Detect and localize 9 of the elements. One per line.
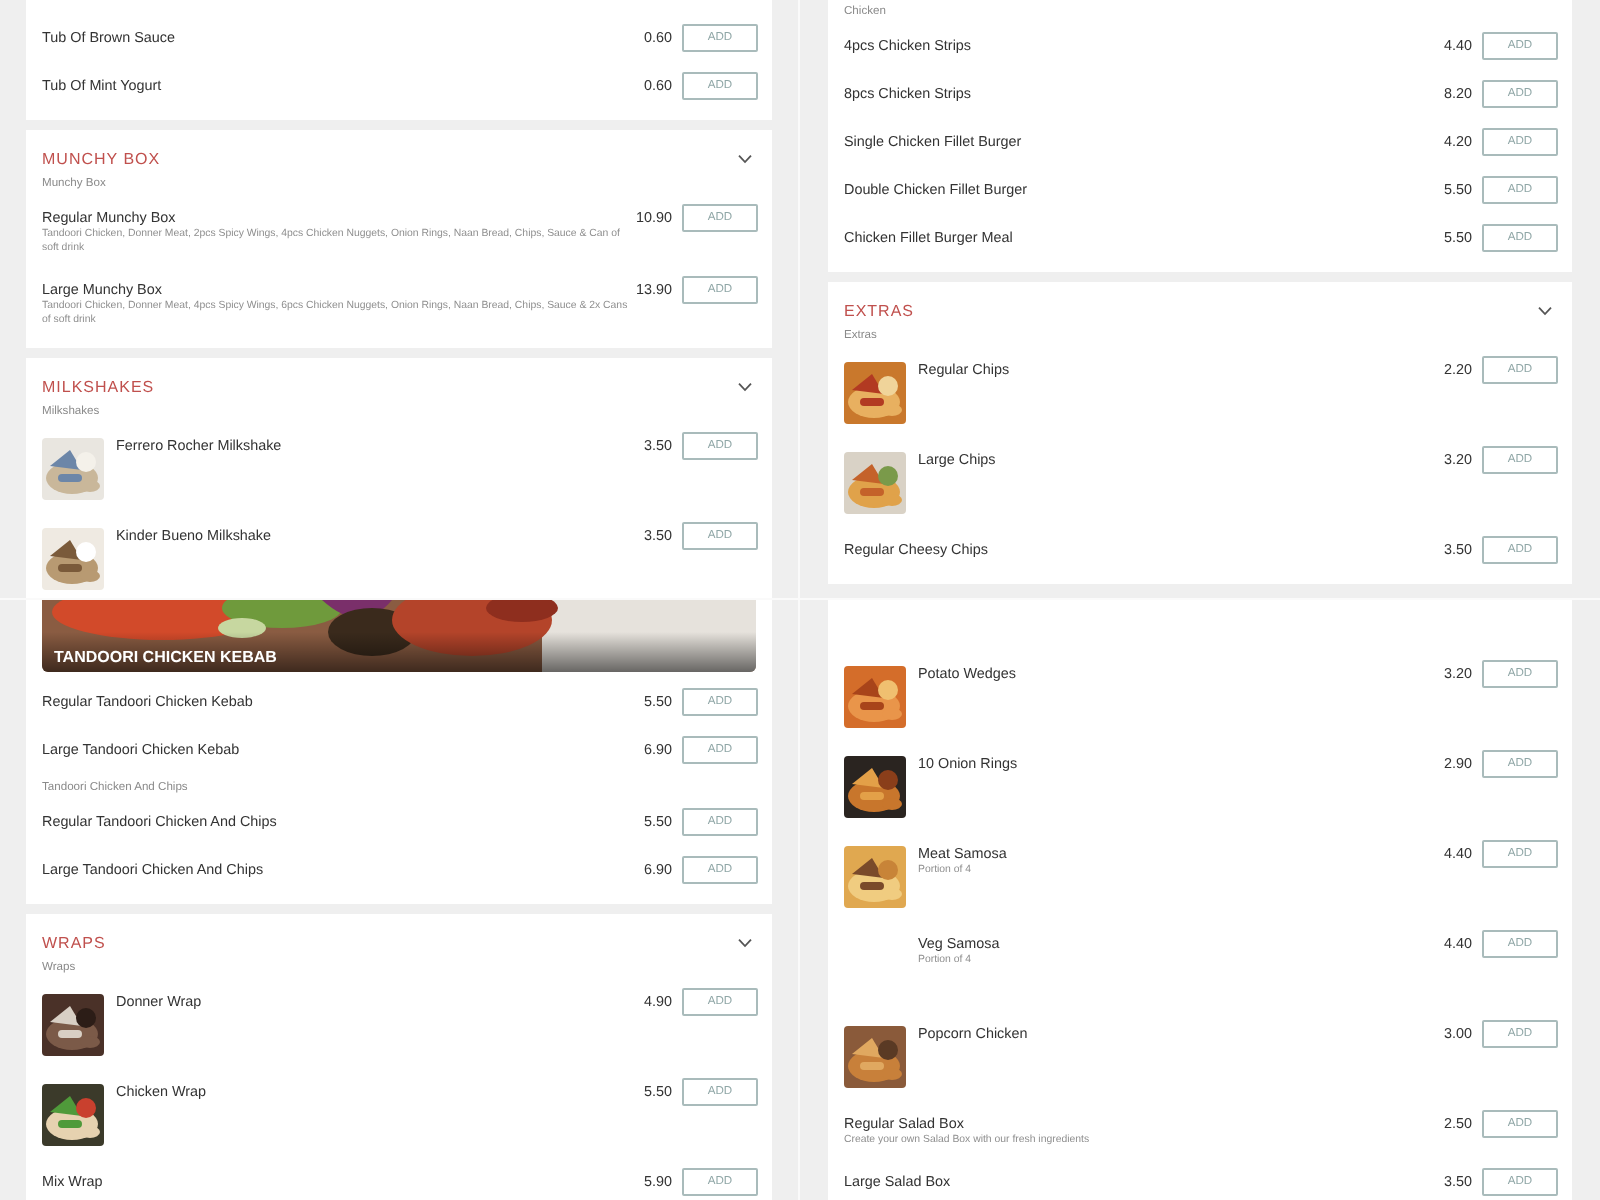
section-title: WRAPS — [42, 932, 106, 956]
chevron-down-icon[interactable] — [1538, 306, 1552, 316]
banner-title: TANDOORI CHICKEN KEBAB — [54, 648, 277, 668]
section-title: MUNCHY BOX — [42, 148, 161, 172]
section-title: EXTRAS — [844, 300, 915, 324]
chevron-down-icon[interactable] — [738, 938, 752, 948]
section-title: MILKSHAKES — [42, 376, 155, 400]
chevron-down-icon[interactable] — [738, 382, 752, 392]
chevron-down-icon[interactable] — [738, 154, 752, 164]
